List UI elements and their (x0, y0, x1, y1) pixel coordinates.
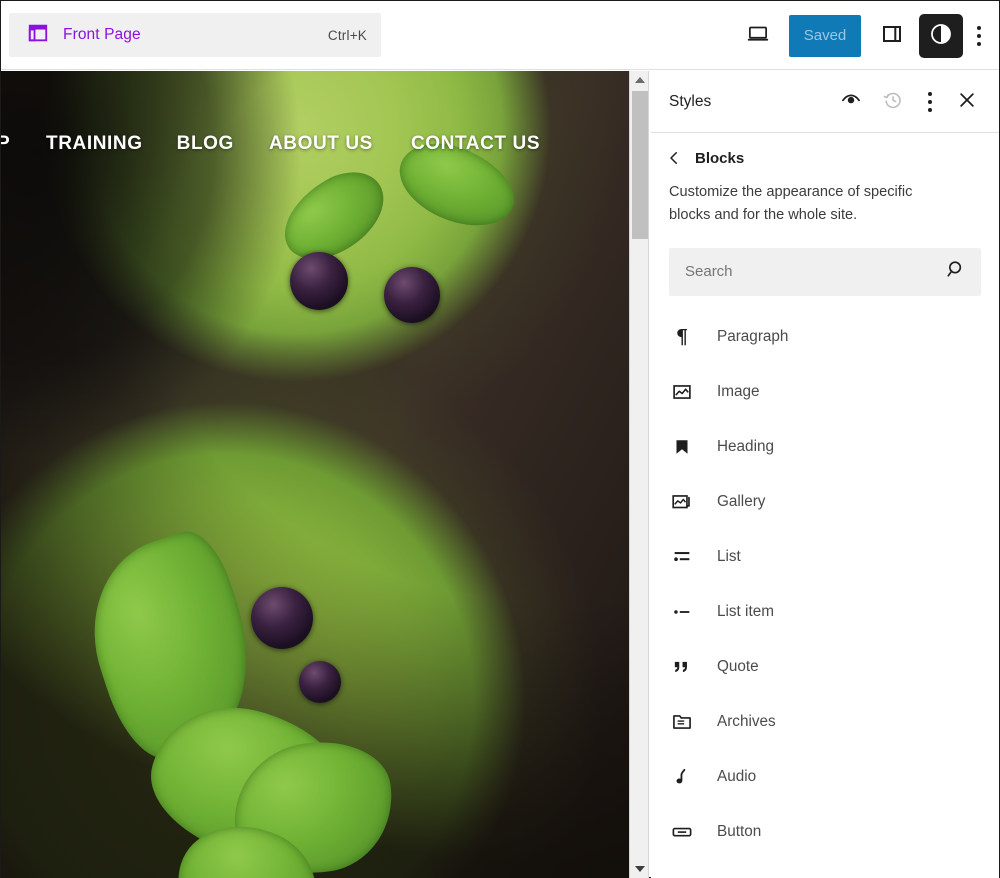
nav-item-contact-us[interactable]: CONTACT US (411, 133, 540, 155)
scroll-up-button[interactable] (630, 71, 650, 89)
scrollbar-thumb[interactable] (632, 91, 648, 239)
editor-options-button[interactable] (963, 13, 995, 59)
block-item-gallery[interactable]: Gallery (669, 475, 981, 530)
chevron-down-icon (635, 866, 645, 872)
block-label: Audio (717, 768, 757, 786)
block-item-quote[interactable]: Quote (669, 640, 981, 695)
nav-item-clipped[interactable]: P (1, 133, 19, 155)
style-book-button[interactable] (833, 84, 869, 120)
blueberry (290, 252, 348, 310)
view-device-button[interactable] (735, 13, 781, 59)
block-label: Paragraph (717, 328, 789, 346)
styles-sidebar: Styles Blocks Customize the appearance o… (651, 71, 999, 878)
nav-item-training[interactable]: TRAINING (46, 133, 143, 155)
back-label: Blocks (695, 149, 745, 167)
pilcrow-icon: ¶ (669, 324, 695, 350)
block-label: Heading (717, 438, 774, 456)
editor-top-bar: Front Page Ctrl+K Saved (1, 1, 999, 70)
block-item-image[interactable]: Image (669, 365, 981, 420)
command-shortcut-hint: Ctrl+K (327, 27, 367, 43)
sidebar-toggle-button[interactable] (869, 13, 915, 59)
block-types-list: ¶ Paragraph Image Heading Gallery List L… (651, 310, 999, 860)
block-label: Image (717, 383, 760, 401)
sidebar-icon (880, 22, 904, 49)
back-to-styles-button[interactable]: Blocks (651, 133, 999, 177)
close-styles-button[interactable] (949, 84, 985, 120)
close-x-icon (956, 89, 978, 114)
block-label: Archives (717, 713, 776, 731)
svg-text:¶: ¶ (676, 326, 688, 348)
blueberry (384, 267, 440, 323)
chevron-up-icon (635, 77, 645, 83)
document-title: Front Page (63, 26, 141, 43)
block-item-archives[interactable]: Archives (669, 695, 981, 750)
search-input[interactable] (685, 263, 945, 281)
styles-panel-actions (833, 84, 985, 120)
block-label: Quote (717, 658, 759, 676)
scroll-down-button[interactable] (630, 860, 650, 878)
block-label: List item (717, 603, 774, 621)
button-icon (669, 819, 695, 845)
eye-icon (840, 89, 862, 114)
kebab-menu-icon (928, 91, 932, 112)
site-navigation-block[interactable]: P TRAINING BLOG ABOUT US CONTACT US (1, 133, 629, 155)
heading-bookmark-icon (669, 434, 695, 460)
revisions-button[interactable] (875, 84, 911, 120)
block-item-heading[interactable]: Heading (669, 420, 981, 475)
site-editor-window: Front Page Ctrl+K Saved P TRAINING BLOG … (0, 0, 1000, 878)
kebab-menu-icon (977, 25, 981, 46)
search-icon (945, 258, 967, 285)
hero-background-photo (1, 71, 629, 878)
audio-note-icon (669, 764, 695, 790)
contrast-circle-icon (929, 22, 953, 49)
image-icon (669, 379, 695, 405)
block-item-button[interactable]: Button (669, 805, 981, 860)
panel-description: Customize the appearance of specific blo… (669, 184, 913, 224)
block-item-list[interactable]: List (669, 530, 981, 585)
template-icon (27, 22, 49, 49)
block-item-paragraph[interactable]: ¶ Paragraph (669, 310, 981, 365)
chevron-left-icon (665, 149, 683, 167)
archives-folder-icon (669, 709, 695, 735)
site-preview-canvas[interactable]: P TRAINING BLOG ABOUT US CONTACT US (1, 71, 629, 878)
canvas-vertical-scrollbar[interactable] (629, 71, 649, 878)
block-label: Gallery (717, 493, 766, 511)
block-label: Button (717, 823, 762, 841)
nav-item-about-us[interactable]: ABOUT US (269, 133, 373, 155)
save-button[interactable]: Saved (789, 14, 861, 57)
top-bar-actions: Saved (735, 1, 995, 70)
document-command-chip[interactable]: Front Page Ctrl+K (9, 13, 381, 57)
nav-item-blog[interactable]: BLOG (177, 133, 234, 155)
list-item-icon (669, 599, 695, 625)
quote-icon (669, 654, 695, 680)
gallery-icon (669, 489, 695, 515)
blueberry (299, 661, 341, 703)
laptop-icon (745, 21, 771, 50)
block-search-box[interactable] (669, 247, 981, 296)
blueberry (251, 587, 313, 649)
revisions-clock-icon (882, 89, 904, 114)
list-icon (669, 544, 695, 570)
panel-title: Styles (669, 92, 712, 110)
block-label: List (717, 548, 741, 566)
block-item-audio[interactable]: Audio (669, 750, 981, 805)
styles-panel-header: Styles (651, 71, 999, 133)
styles-options-button[interactable] (917, 84, 943, 120)
block-item-list-item[interactable]: List item (669, 585, 981, 640)
styles-toggle-button[interactable] (919, 13, 963, 58)
